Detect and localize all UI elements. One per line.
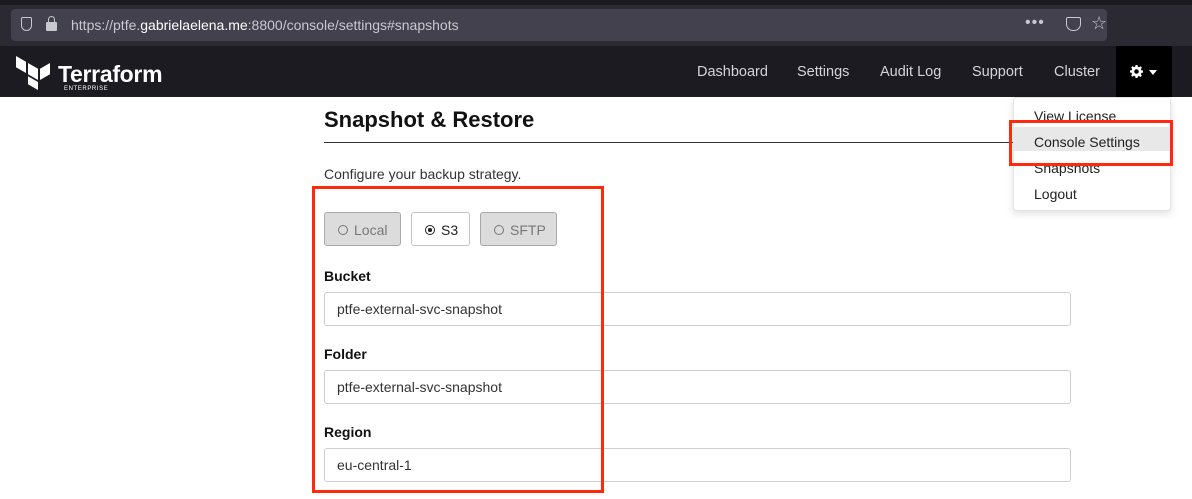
url-domain: gabrielaelena.me bbox=[140, 17, 248, 33]
brand-edition: ENTERPRISE bbox=[64, 86, 109, 92]
annotation-box-console-settings bbox=[1009, 120, 1173, 166]
app-navbar: Terraform ENTERPRISE Dashboard Settings … bbox=[0, 46, 1192, 97]
browser-tab-strip bbox=[0, 0, 1192, 5]
url-prefix: https://ptfe. bbox=[71, 17, 141, 33]
star-icon[interactable]: ☆ bbox=[1091, 13, 1107, 34]
nav-cluster[interactable]: Cluster bbox=[1054, 64, 1100, 80]
terraform-logo-icon[interactable] bbox=[16, 56, 50, 90]
brand-name[interactable]: Terraform bbox=[58, 61, 163, 88]
url-text[interactable]: https://ptfe.gabrielaelena.me:8800/conso… bbox=[71, 17, 459, 33]
url-suffix: :8800/console/settings#snapshots bbox=[247, 17, 459, 33]
settings-menu-toggle[interactable] bbox=[1116, 46, 1172, 97]
annotation-box-form bbox=[312, 186, 604, 493]
nav-dashboard[interactable]: Dashboard bbox=[697, 64, 768, 80]
browser-toolbar: https://ptfe.gabrielaelena.me:8800/conso… bbox=[0, 0, 1192, 46]
nav-support[interactable]: Support bbox=[972, 64, 1023, 80]
gear-icon bbox=[1130, 65, 1143, 78]
page-title: Snapshot & Restore bbox=[324, 107, 535, 132]
nav-settings[interactable]: Settings bbox=[797, 64, 849, 80]
caret-down-icon bbox=[1149, 70, 1157, 75]
more-dots-icon[interactable]: ••• bbox=[1025, 14, 1045, 32]
menu-item-logout[interactable]: Logout bbox=[1034, 186, 1077, 202]
tracking-protection-icon[interactable] bbox=[21, 17, 32, 31]
address-bar[interactable]: https://ptfe.gabrielaelena.me:8800/conso… bbox=[11, 9, 1107, 41]
page-subtitle: Configure your backup strategy. bbox=[324, 166, 522, 182]
title-divider bbox=[324, 142, 1024, 143]
nav-audit-log[interactable]: Audit Log bbox=[880, 64, 941, 80]
pocket-icon[interactable] bbox=[1066, 17, 1081, 31]
lock-icon[interactable] bbox=[46, 16, 57, 31]
